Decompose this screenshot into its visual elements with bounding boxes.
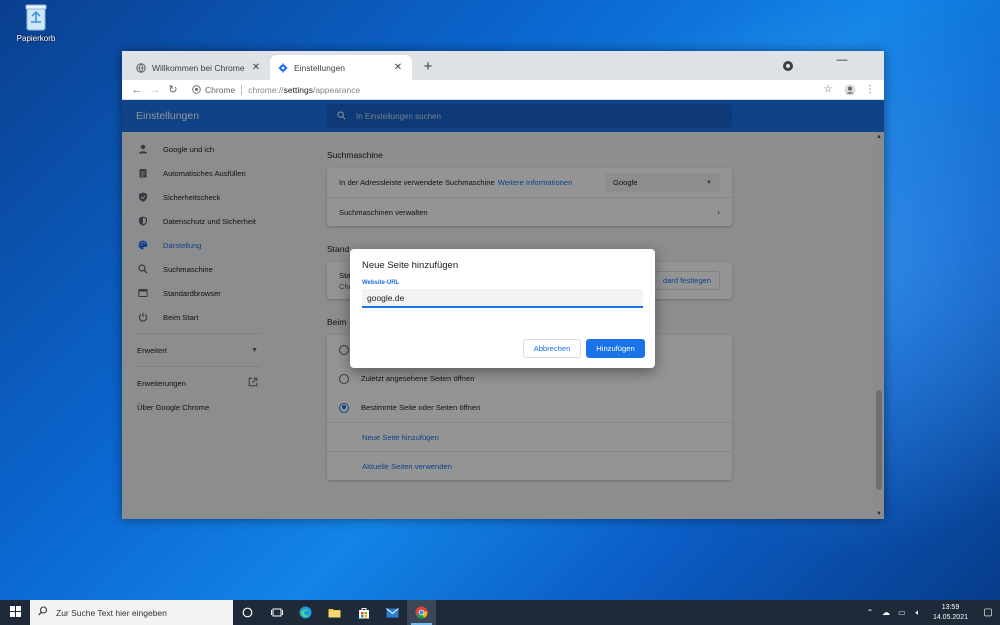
menu-kebab-icon[interactable]: ⋮ [861,81,879,99]
taskbar: Zur Suche Text hier eingeben ⌃ ☁ ▭ 🔈︎ 13… [0,600,1000,625]
address-host: settings [283,85,313,95]
forward-arrow-icon[interactable]: → [146,81,164,99]
reload-icon[interactable]: ↻ [164,81,182,99]
system-tray: ⌃ ☁ ▭ 🔈︎ 13:59 14.05.2021 ▢ [863,600,1000,625]
tab-settings-close-icon[interactable]: ✕ [392,62,404,73]
notification-icon[interactable]: ▢ [976,607,1000,618]
address-separator [241,85,243,95]
cortana-icon[interactable] [233,600,262,625]
tab-search-icon[interactable] [783,61,793,71]
cancel-button[interactable]: Abbrechen [523,339,581,358]
address-path: /appearance [312,85,361,95]
chevron-up-icon[interactable]: ⌃ [863,608,877,617]
tab-settings-label: Einstellungen [294,62,346,73]
tab-settings[interactable]: Einstellungen ✕ [270,55,412,80]
back-arrow-icon[interactable]: ← [128,81,146,99]
address-chip: Chrome [205,85,236,95]
browser-toolbar: ← → ↻ Chrome chrome:// settings /appeara… [122,80,884,100]
cloud-icon[interactable]: ☁ [879,608,893,617]
network-icon[interactable]: ▭ [895,608,909,617]
tab-welcome-label: Willkommen bei Chrome [152,62,245,73]
dialog-title: Neue Seite hinzufügen [362,260,459,271]
taskbar-search-input[interactable]: Zur Suche Text hier eingeben [30,600,233,625]
windows-logo-icon [9,604,21,622]
website-url-label: Website-URL [362,280,400,286]
address-bar[interactable]: Chrome chrome:// settings /appearance [186,81,811,99]
recycle-bin[interactable]: Papierkorb [12,2,60,43]
gear-icon [278,63,288,73]
clock-time: 13:59 [941,603,960,611]
chrome-window: Willkommen bei Chrome ✕ Einstellungen ✕ … [122,51,884,519]
tab-welcome[interactable]: Willkommen bei Chrome ✕ [128,55,270,80]
recycle-bin-icon [23,2,49,32]
add-page-dialog: Neue Seite hinzufügen Website-URL Abbrec… [350,249,655,368]
website-url-input[interactable] [362,289,643,308]
minimize-shadow [828,51,856,71]
search-icon [38,606,48,619]
task-view-icon[interactable] [262,600,291,625]
recycle-bin-label: Papierkorb [16,34,56,43]
file-explorer-icon[interactable] [320,600,349,625]
start-button[interactable] [0,600,30,625]
clock-date: 14.05.2021 [932,613,968,621]
taskbar-search-placeholder: Zur Suche Text hier eingeben [56,607,167,618]
chrome-taskbar-icon[interactable] [407,600,436,625]
store-icon[interactable] [349,600,378,625]
address-scheme: chrome:// [248,85,284,95]
profile-avatar-icon[interactable] [841,81,859,99]
clock[interactable]: 13:59 14.05.2021 [933,603,968,623]
volume-icon[interactable]: 🔈︎ [911,608,925,618]
mail-icon[interactable] [378,600,407,625]
globe-icon [136,62,146,73]
edge-icon[interactable] [291,600,320,625]
add-button[interactable]: Hinzufügen [586,339,645,358]
bookmark-star-icon[interactable]: ☆ [819,81,837,99]
new-tab-button[interactable]: + [418,57,438,77]
tab-strip: Willkommen bei Chrome ✕ Einstellungen ✕ … [122,51,884,80]
chrome-site-icon [192,84,201,96]
tab-welcome-close-icon[interactable]: ✕ [250,62,262,73]
